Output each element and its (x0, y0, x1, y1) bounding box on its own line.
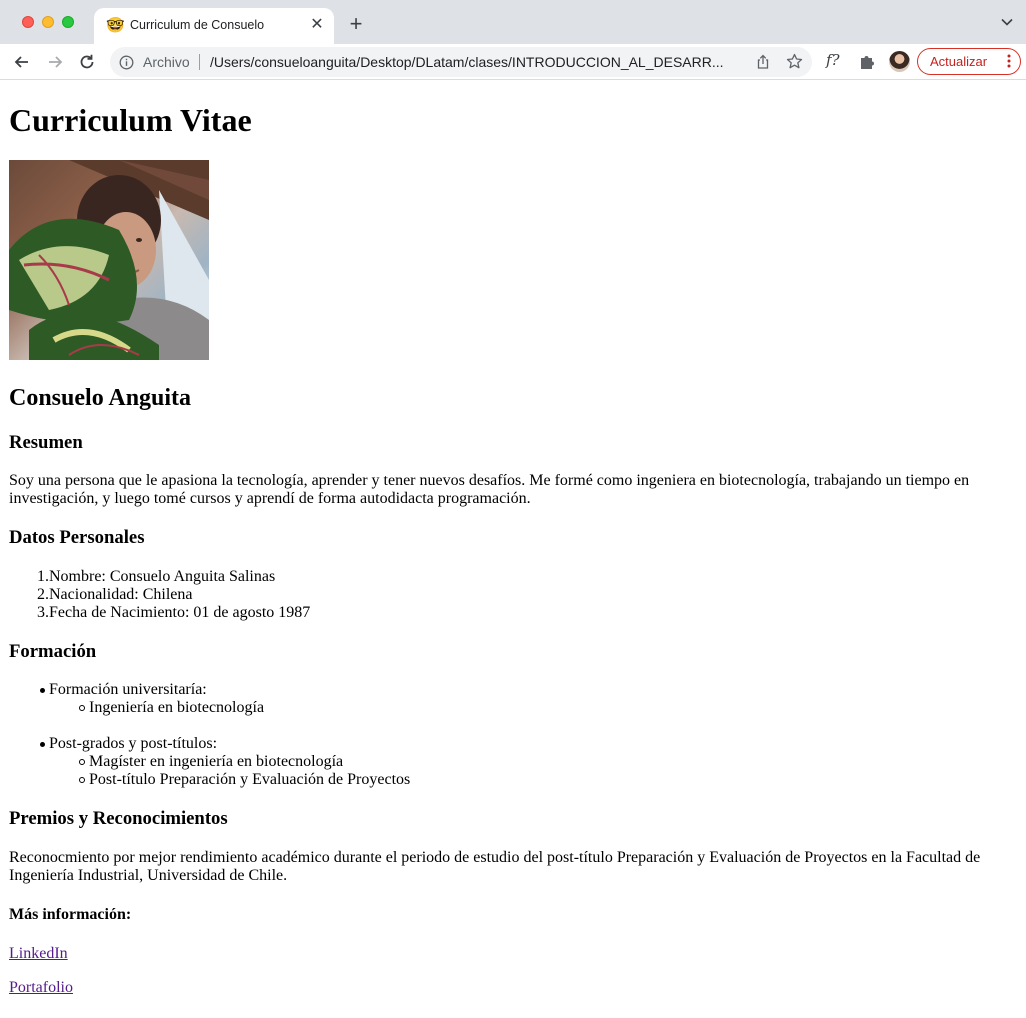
update-button[interactable]: Actualizar (917, 48, 1021, 75)
back-arrow-icon[interactable] (12, 52, 32, 72)
sub-bullet (79, 777, 85, 783)
extensions-puzzle-icon[interactable] (858, 53, 876, 71)
update-label: Actualizar (930, 54, 988, 69)
mas-info-heading: Más información: (9, 906, 132, 923)
scheme-label: Archivo (143, 54, 190, 70)
sub-list-item: Post-título Preparación y Evaluación de … (89, 771, 411, 788)
list-item: Formación universitaría: (49, 681, 207, 698)
sub-list-item: Ingeniería en biotecnología (89, 699, 265, 716)
candidate-name: Consuelo Anguita (9, 385, 192, 411)
premios-line: Ingeniería Industrial, Universidad de Ch… (9, 867, 288, 884)
bullet (40, 688, 45, 693)
active-tab[interactable]: 🤓 Curriculum de Consuelo ✕ (94, 8, 334, 44)
bullet (40, 742, 45, 747)
list-number: 2. (37, 586, 49, 603)
formacion-list: Formación universitaría: Ingeniería en b… (9, 681, 609, 791)
profile-photo (9, 160, 209, 360)
list-item: Post-grados y post-títulos: (49, 735, 218, 752)
datos-ordered-list: 1. Nombre: Consuelo Anguita Salinas 2. N… (9, 568, 609, 622)
premios-line: Reconocmiento por mejor rendimiento acad… (9, 849, 981, 866)
datos-heading: Datos Personales (9, 527, 145, 548)
sub-bullet (79, 705, 85, 711)
profile-photo-illustration (9, 160, 209, 360)
minimize-window-button[interactable] (42, 16, 54, 28)
zoom-window-button[interactable] (62, 16, 74, 28)
share-icon[interactable] (755, 54, 771, 70)
sub-list-item: Magíster en ingeniería en biotecnología (89, 753, 344, 770)
tab-strip: 🤓 Curriculum de Consuelo ✕ + (0, 0, 1026, 44)
page-title: Curriculum Vitae (9, 102, 252, 138)
bookmark-star-icon[interactable] (786, 53, 803, 70)
formacion-heading: Formación (9, 641, 97, 662)
list-number: 3. (37, 604, 49, 621)
sub-bullet (79, 759, 85, 765)
info-icon[interactable] (119, 55, 134, 70)
portafolio-link[interactable]: Portafolio (9, 979, 73, 997)
linkedin-link[interactable]: LinkedIn (9, 945, 68, 963)
address-bar[interactable]: Archivo /Users/consueloanguita/Desktop/D… (110, 47, 812, 77)
list-item: Fecha de Nacimiento: 01 de agosto 1987 (49, 604, 311, 621)
resumen-line: Soy una persona que le apasiona la tecno… (9, 472, 970, 489)
list-item: Nombre: Consuelo Anguita Salinas (49, 568, 276, 585)
extension-f-icon[interactable]: f? (826, 51, 840, 69)
page-viewport: Curriculum Vitae Consuelo Anguita Resume… (0, 81, 1026, 1018)
url-text[interactable]: /Users/consueloanguita/Desktop/DLatam/cl… (210, 54, 750, 70)
close-tab-icon[interactable]: ✕ (308, 16, 326, 34)
list-number: 1. (37, 568, 49, 585)
reload-icon[interactable] (77, 52, 97, 72)
forward-arrow-icon[interactable] (45, 52, 65, 72)
new-tab-button[interactable]: + (346, 13, 366, 35)
more-menu-icon[interactable] (1007, 54, 1011, 68)
nerd-face-icon: 🤓 (106, 17, 125, 34)
chevron-down-icon[interactable] (1000, 15, 1014, 29)
divider (199, 54, 200, 70)
tab-title: Curriculum de Consuelo (130, 18, 265, 32)
resumen-heading: Resumen (9, 432, 83, 453)
resumen-line: investigación, y luego tomé cursos y apr… (9, 490, 531, 507)
close-window-button[interactable] (22, 16, 34, 28)
premios-heading: Premios y Reconocimientos (9, 808, 228, 829)
list-item: Nacionalidad: Chilena (49, 586, 193, 603)
profile-avatar[interactable] (889, 51, 910, 72)
